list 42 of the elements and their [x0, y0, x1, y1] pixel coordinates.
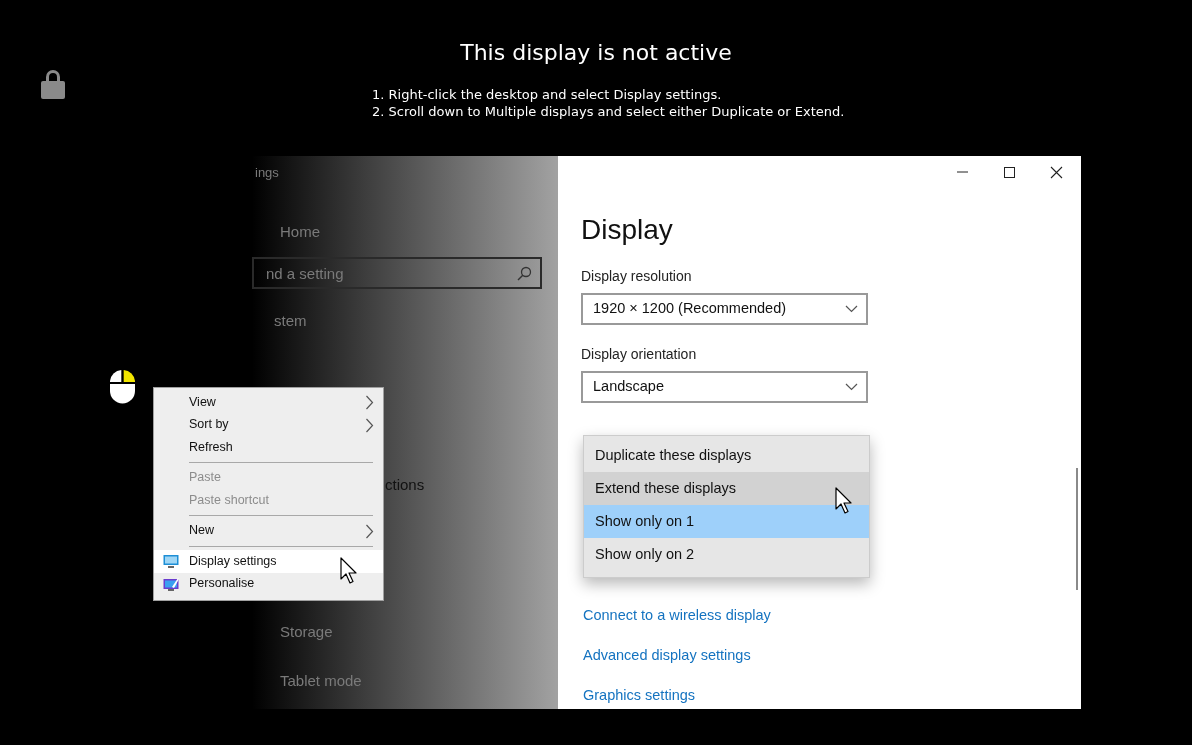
instruction-step: 1. Right-click the desktop and select Display settings. [372, 86, 1192, 103]
notice-title: This display is not active [459, 39, 733, 67]
page-title: Display [581, 213, 673, 247]
search-icon [517, 266, 532, 281]
dropdown[interactable]: Landscape [581, 371, 868, 403]
dropdown-option[interactable]: Show only on 1 [584, 505, 869, 538]
close-icon [1050, 165, 1063, 179]
field-label: Display orientation [581, 345, 697, 363]
maximize-icon [1003, 165, 1016, 179]
field-label: Display resolution [581, 267, 692, 285]
settings-link[interactable]: Graphics settings [583, 686, 771, 705]
chevron-right-icon [365, 395, 374, 410]
search-field[interactable]: nd a setting [252, 257, 542, 289]
mouse-icon [109, 369, 136, 404]
instruction-step: 2. Scroll down to Multiple displays and select either Duplicate or Extend. [372, 103, 1192, 120]
sidebar-heading: stem [274, 311, 307, 331]
cursor-icon [835, 487, 853, 515]
menu-item[interactable]: Display settings [154, 550, 383, 573]
monitor-brush-icon [163, 576, 179, 591]
settings-link[interactable]: Advanced display settings [583, 646, 771, 665]
settings-link[interactable]: Connect to a wireless display [583, 606, 771, 625]
lock-icon [40, 68, 66, 100]
chevron-down-icon [845, 305, 858, 313]
menu-item[interactable]: Personalise [154, 572, 383, 595]
chevron-right-icon [365, 417, 374, 433]
cursor-icon [340, 557, 358, 585]
menu-item[interactable]: Refresh [154, 436, 383, 459]
monitor-icon [163, 554, 179, 568]
chevron-down-icon [845, 383, 858, 391]
dropdown[interactable]: 1920 × 1200 (Recommended) [581, 293, 868, 325]
dropdown-option[interactable]: Duplicate these displays [584, 439, 869, 472]
window-title: ings [255, 164, 279, 182]
dropdown-option[interactable]: Extend these displays [584, 472, 869, 505]
sidebar-item[interactable]: Home [280, 221, 320, 242]
menu-item[interactable]: Sort by [154, 413, 383, 436]
menu-item[interactable]: New [154, 519, 383, 542]
dropdown-option[interactable]: Show only on 2 [584, 538, 869, 571]
menu-item[interactable]: View [154, 391, 383, 414]
sidebar-item[interactable]: Storage [280, 622, 333, 642]
sidebar-item[interactable]: Tablet mode [280, 671, 362, 691]
chevron-right-icon [365, 523, 374, 539]
scrollbar[interactable] [1076, 468, 1078, 590]
